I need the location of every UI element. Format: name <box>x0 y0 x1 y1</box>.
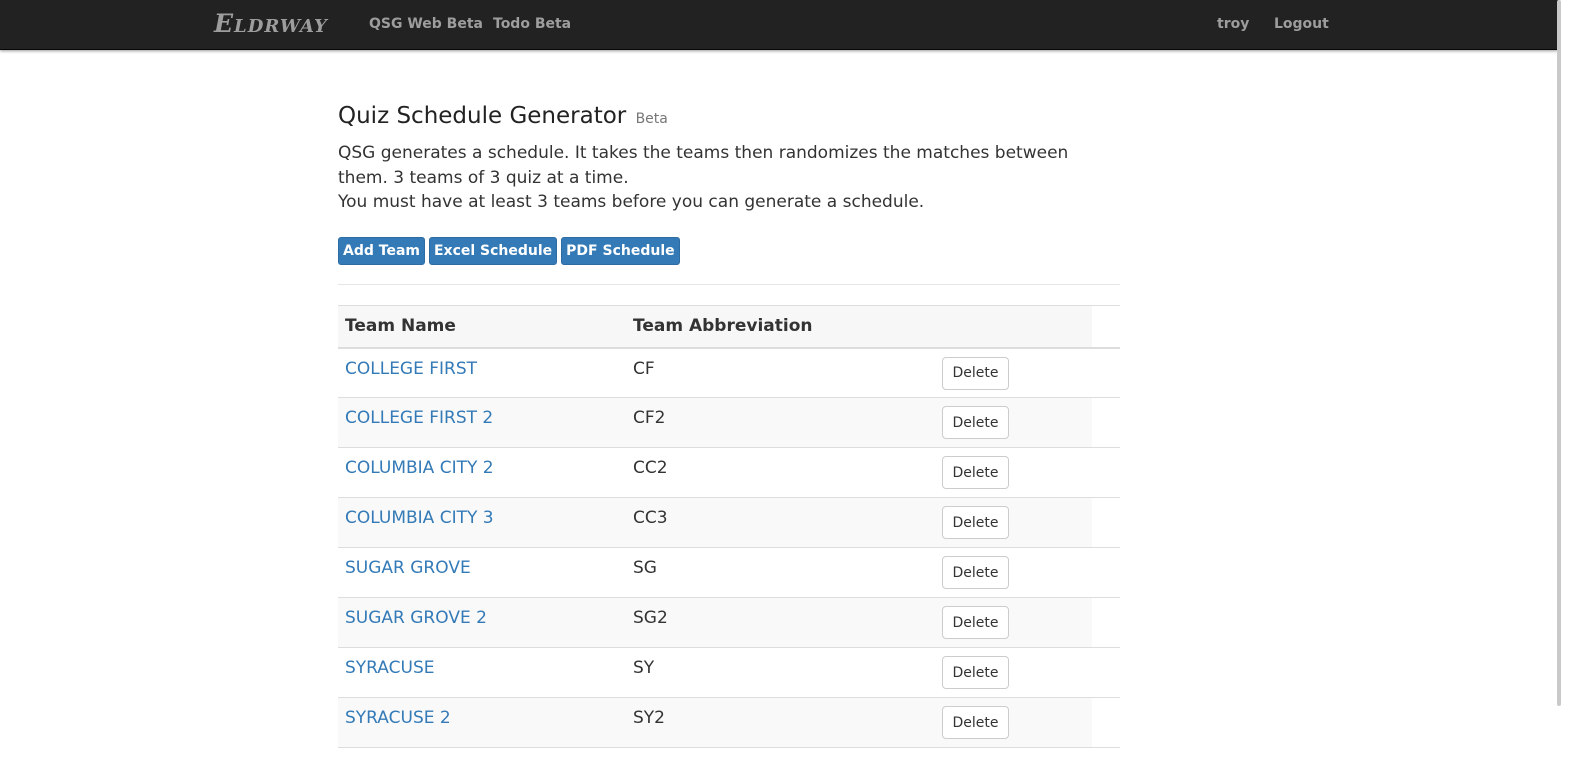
team-name-cell: SUGAR GROVE <box>338 548 626 598</box>
page-description: QSG generates a schedule. It takes the t… <box>338 141 1098 215</box>
team-name-cell: COLLEGE FIRST 2 <box>338 398 626 448</box>
delete-button[interactable]: Delete <box>942 406 1009 439</box>
team-actions-cell: Delete <box>942 598 1092 648</box>
excel-schedule-button[interactable]: Excel Schedule <box>428 237 558 265</box>
teams-table: Team Name Team Abbreviation COLLEGE FIRS… <box>338 305 1120 748</box>
delete-button[interactable]: Delete <box>942 356 1009 390</box>
table-header-row: Team Name Team Abbreviation <box>338 305 1120 349</box>
row-spacer <box>1092 447 1120 498</box>
delete-button[interactable]: Delete <box>942 456 1009 489</box>
team-abbreviation-cell: SG2 <box>633 608 668 628</box>
row-spacer <box>1092 597 1120 648</box>
beta-badge: Beta <box>635 111 668 127</box>
delete-button[interactable]: Delete <box>942 706 1009 739</box>
header-team-name: Team Name <box>338 305 626 349</box>
table-row: SUGAR GROVE 2 SG2 Delete <box>338 597 1120 648</box>
team-name-link[interactable]: COLLEGE FIRST <box>345 359 477 379</box>
row-spacer <box>1092 347 1120 398</box>
team-actions-cell: Delete <box>942 548 1092 598</box>
team-actions-cell: Delete <box>942 448 1092 498</box>
team-abbreviation-cell: CF2 <box>633 408 666 428</box>
page-title: Quiz Schedule Generator Beta <box>338 100 1120 135</box>
table-row: COLUMBIA CITY 2 CC2 Delete <box>338 447 1120 498</box>
teams-table-body: COLLEGE FIRST CF Delete COLLEGE FIRST 2 CF2 D… <box>338 347 1120 748</box>
team-actions-cell: Delete <box>942 498 1092 548</box>
main-content: Quiz Schedule Generator Beta QSG generat… <box>338 100 1120 748</box>
row-spacer <box>1092 697 1120 748</box>
header-actions <box>942 305 1092 349</box>
page-title-text: Quiz Schedule Generator <box>338 103 627 129</box>
table-row: COLLEGE FIRST 2 CF2 Delete <box>338 397 1120 448</box>
table-row: SYRACUSE 2 SY2 Delete <box>338 697 1120 748</box>
top-navbar: Eldrway QSG Web Beta Todo Beta troy Logo… <box>0 0 1558 50</box>
page-scrollbar[interactable] <box>1558 0 1593 766</box>
row-spacer <box>1092 397 1120 448</box>
team-actions-cell: Delete <box>942 398 1092 448</box>
team-name-cell: COLUMBIA CITY 2 <box>338 448 626 498</box>
divider <box>338 284 1120 285</box>
scrollbar-thumb[interactable] <box>1557 0 1561 706</box>
team-name-link[interactable]: COLUMBIA CITY 3 <box>345 508 494 528</box>
nav-link-qsg[interactable]: QSG Web Beta <box>369 16 483 32</box>
team-name-cell: COLUMBIA CITY 3 <box>338 498 626 548</box>
action-buttons: Add Team Excel Schedule PDF Schedule <box>338 237 680 265</box>
team-name-link[interactable]: SUGAR GROVE <box>345 558 471 578</box>
nav-user[interactable]: troy <box>1217 16 1249 32</box>
team-name-cell: SYRACUSE <box>338 648 626 698</box>
team-abbreviation-cell: SG <box>633 558 657 578</box>
team-name-link[interactable]: SUGAR GROVE 2 <box>345 608 487 628</box>
header-spacer <box>1092 305 1120 349</box>
team-abbreviation-cell: SY2 <box>633 708 665 728</box>
add-team-button[interactable]: Add Team <box>338 237 425 265</box>
nav-link-todo[interactable]: Todo Beta <box>493 16 571 32</box>
team-name-cell: SUGAR GROVE 2 <box>338 598 626 648</box>
delete-button[interactable]: Delete <box>942 656 1009 689</box>
row-spacer <box>1092 497 1120 548</box>
table-row: COLLEGE FIRST CF Delete <box>338 347 1120 398</box>
team-name-cell: SYRACUSE 2 <box>338 698 626 748</box>
delete-button[interactable]: Delete <box>942 556 1009 589</box>
nav-logout[interactable]: Logout <box>1274 16 1329 32</box>
pdf-schedule-button[interactable]: PDF Schedule <box>561 237 680 265</box>
team-abbreviation-cell: CC2 <box>633 458 668 478</box>
team-actions-cell: Delete <box>942 348 1092 398</box>
table-row: SYRACUSE SY Delete <box>338 647 1120 698</box>
team-name-link[interactable]: SYRACUSE <box>345 658 434 678</box>
team-abbreviation-cell: CC3 <box>633 508 668 528</box>
team-abbreviation-cell: SY <box>633 658 655 678</box>
team-name-cell: COLLEGE FIRST <box>338 348 626 398</box>
team-name-link[interactable]: COLUMBIA CITY 2 <box>345 458 494 478</box>
row-spacer <box>1092 547 1120 598</box>
team-actions-cell: Delete <box>942 698 1092 748</box>
team-name-link[interactable]: SYRACUSE 2 <box>345 708 451 728</box>
team-abbreviation-cell: CF <box>633 358 655 379</box>
table-row: COLUMBIA CITY 3 CC3 Delete <box>338 497 1120 548</box>
team-actions-cell: Delete <box>942 648 1092 698</box>
description-line-1: QSG generates a schedule. It takes the t… <box>338 143 1069 188</box>
header-team-abbreviation: Team Abbreviation <box>626 305 942 349</box>
table-row: SUGAR GROVE SG Delete <box>338 547 1120 598</box>
delete-button[interactable]: Delete <box>942 506 1009 539</box>
brand-logo[interactable]: Eldrway <box>214 9 328 38</box>
row-spacer <box>1092 647 1120 698</box>
description-line-2: You must have at least 3 teams before yo… <box>338 192 925 212</box>
team-name-link[interactable]: COLLEGE FIRST 2 <box>345 408 493 428</box>
delete-button[interactable]: Delete <box>942 606 1009 639</box>
